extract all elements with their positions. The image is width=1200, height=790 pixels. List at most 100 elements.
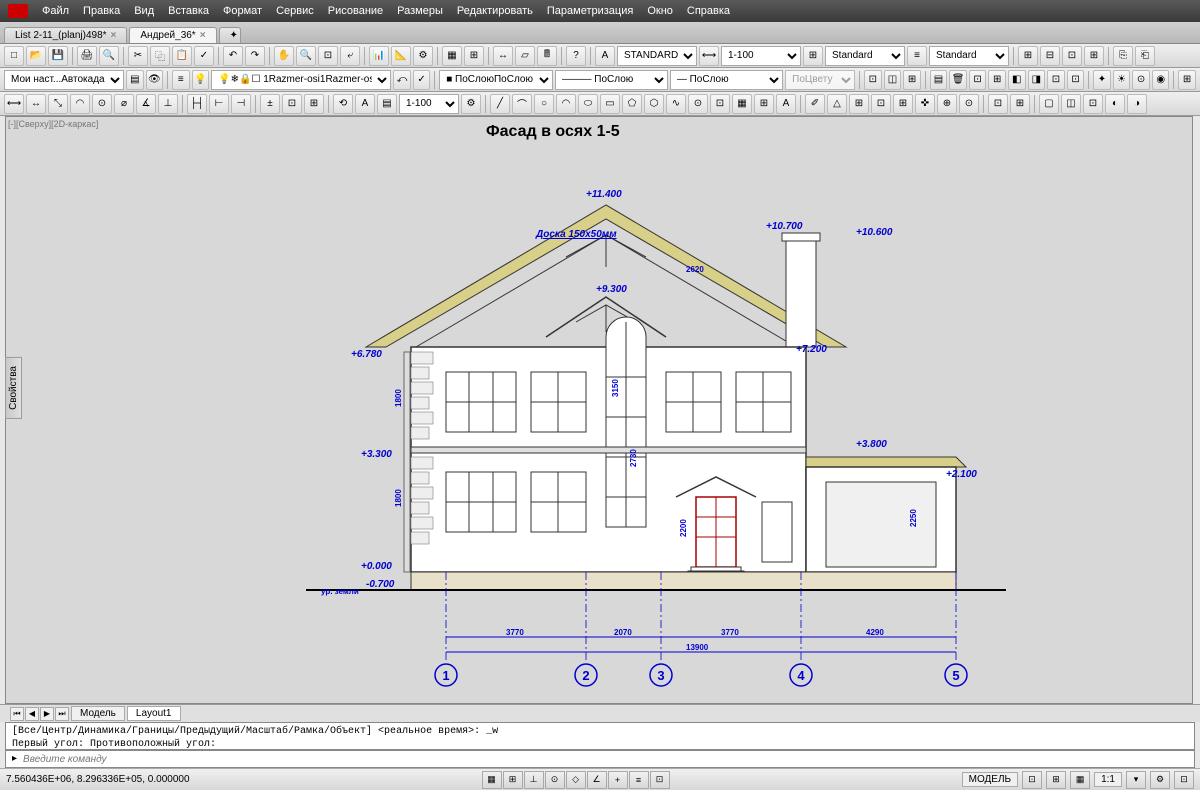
save-icon[interactable]: 💾 [48, 46, 68, 66]
tab-last-icon[interactable]: ⏭ [55, 707, 69, 721]
menu-dimensions[interactable]: Размеры [397, 5, 443, 17]
d7-icon[interactable]: ∡ [136, 94, 156, 114]
new-icon[interactable]: □ [4, 46, 24, 66]
menu-edit[interactable]: Правка [83, 5, 120, 17]
menu-draw[interactable]: Рисование [328, 5, 383, 17]
d4-icon[interactable]: ◠ [70, 94, 90, 114]
d8-icon[interactable]: ⊥ [158, 94, 178, 114]
m14-icon[interactable]: ⊙ [1132, 70, 1150, 90]
dr11-icon[interactable]: ⊡ [710, 94, 730, 114]
m12-icon[interactable]: ✦ [1093, 70, 1111, 90]
otrack-icon[interactable]: ∠ [587, 771, 607, 789]
d15-icon[interactable]: ⟲ [333, 94, 353, 114]
dim-scale2-select[interactable]: 1-100 [399, 94, 459, 114]
layout1-tab[interactable]: Layout1 [127, 706, 181, 721]
dr7-icon[interactable]: ⬠ [622, 94, 642, 114]
menu-window[interactable]: Окно [647, 5, 673, 17]
d9-icon[interactable]: ├┤ [187, 94, 207, 114]
block-icon[interactable]: ▦ [442, 46, 462, 66]
dr13-icon[interactable]: ⊞ [754, 94, 774, 114]
menu-file[interactable]: Файл [42, 5, 69, 17]
match-icon[interactable]: ✓ [194, 46, 214, 66]
mod8-icon[interactable]: ⊙ [959, 94, 979, 114]
d5-icon[interactable]: ⊙ [92, 94, 112, 114]
layer-state-icon[interactable]: ▤ [126, 70, 144, 90]
d18-icon[interactable]: ⚙ [461, 94, 481, 114]
mod10-icon[interactable]: ⊞ [1010, 94, 1030, 114]
snap-icon[interactable]: ▦ [482, 771, 502, 789]
d11-icon[interactable]: ⊣ [231, 94, 251, 114]
dr8-icon[interactable]: ⬡ [644, 94, 664, 114]
model-tab[interactable]: Модель [71, 706, 125, 721]
calc-icon[interactable]: 🖩 [537, 46, 557, 66]
lineweight-select[interactable]: — ПоСлою [670, 70, 783, 90]
area-icon[interactable]: ▱ [515, 46, 535, 66]
mod11-icon[interactable]: ▢ [1039, 94, 1059, 114]
win2-icon[interactable]: ⊟ [1040, 46, 1060, 66]
ortho-icon[interactable]: ⊥ [524, 771, 544, 789]
m11-icon[interactable]: ⊡ [1067, 70, 1085, 90]
tbl-icon[interactable]: ⊞ [464, 46, 484, 66]
help-icon[interactable]: ? [566, 46, 586, 66]
linetype-select[interactable]: ——— ПоСлою [555, 70, 668, 90]
d6-icon[interactable]: ⌀ [114, 94, 134, 114]
d10-icon[interactable]: ⊢ [209, 94, 229, 114]
win1-icon[interactable]: ⊞ [1018, 46, 1038, 66]
m15-icon[interactable]: ◉ [1152, 70, 1170, 90]
menu-insert[interactable]: Вставка [168, 5, 209, 17]
cut-icon[interactable]: ✂ [128, 46, 148, 66]
dist-icon[interactable]: ↔ [493, 46, 513, 66]
d3-icon[interactable]: ⤡ [48, 94, 68, 114]
d16-icon[interactable]: A [355, 94, 375, 114]
polar-icon[interactable]: ⊙ [545, 771, 565, 789]
plotstyle-select[interactable]: ПоЦвету [785, 70, 855, 90]
dr3-icon[interactable]: ○ [534, 94, 554, 114]
mod15-icon[interactable]: ◑ [1127, 94, 1147, 114]
command-input[interactable] [23, 754, 1188, 765]
m5-icon[interactable]: 🗑 [949, 70, 967, 90]
menu-tools[interactable]: Сервис [276, 5, 314, 17]
zoom-prev-icon[interactable]: ⤶ [340, 46, 360, 66]
d14-icon[interactable]: ⊞ [304, 94, 324, 114]
redo-icon[interactable]: ↷ [245, 46, 265, 66]
layer-preset-select[interactable]: Мои наст...Автокада [4, 70, 124, 90]
mod1-icon[interactable]: ✐ [805, 94, 825, 114]
copy-icon[interactable]: ⿻ [150, 46, 170, 66]
mod5-icon[interactable]: ⊞ [893, 94, 913, 114]
model-indicator[interactable]: МОДЕЛЬ [962, 772, 1018, 787]
open-icon[interactable]: 📂 [26, 46, 46, 66]
m4-icon[interactable]: ▤ [930, 70, 948, 90]
d2-icon[interactable]: ↔ [26, 94, 46, 114]
text-style-icon[interactable]: A [595, 46, 615, 66]
m10-icon[interactable]: ⊡ [1047, 70, 1065, 90]
m16-icon[interactable]: ⊞ [1178, 70, 1196, 90]
dim-scale-select[interactable]: 1-100 [721, 46, 801, 66]
m2-icon[interactable]: ◫ [884, 70, 902, 90]
mod13-icon[interactable]: ⊡ [1083, 94, 1103, 114]
tbl-style-icon[interactable]: ⊞ [803, 46, 823, 66]
tool-icon[interactable]: ⚙ [413, 46, 433, 66]
d17-icon[interactable]: ▤ [377, 94, 397, 114]
pan-icon[interactable]: ✋ [274, 46, 294, 66]
mod2-icon[interactable]: △ [827, 94, 847, 114]
qp-icon[interactable]: ⊡ [650, 771, 670, 789]
layer-on-icon[interactable]: 💡 [192, 70, 210, 90]
dr12-icon[interactable]: ▦ [732, 94, 752, 114]
s2-icon[interactable]: ⊞ [1046, 771, 1066, 789]
mod4-icon[interactable]: ⊡ [871, 94, 891, 114]
close-icon[interactable]: × [111, 30, 117, 41]
layer-make-icon[interactable]: ✓ [413, 70, 431, 90]
dr2-icon[interactable]: ⌒ [512, 94, 532, 114]
m9-icon[interactable]: ◨ [1028, 70, 1046, 90]
m6-icon[interactable]: ⊡ [969, 70, 987, 90]
s3-icon[interactable]: ▦ [1070, 771, 1090, 789]
layer-select[interactable]: 💡❄🔒☐ 1Razmer-osi1Razmer-osi [211, 70, 391, 90]
dsgn-icon[interactable]: 📐 [391, 46, 411, 66]
dyn-icon[interactable]: + [608, 771, 628, 789]
color-select[interactable]: ■ ПоСлоюПоСлою [439, 70, 552, 90]
doc-tab-1[interactable]: List 2-11_(planj)498*× [4, 27, 127, 43]
dr1-icon[interactable]: ╱ [490, 94, 510, 114]
tab-first-icon[interactable]: ⏮ [10, 707, 24, 721]
doc-tab-2[interactable]: Андрей_36*× [129, 27, 216, 43]
mod7-icon[interactable]: ⊕ [937, 94, 957, 114]
